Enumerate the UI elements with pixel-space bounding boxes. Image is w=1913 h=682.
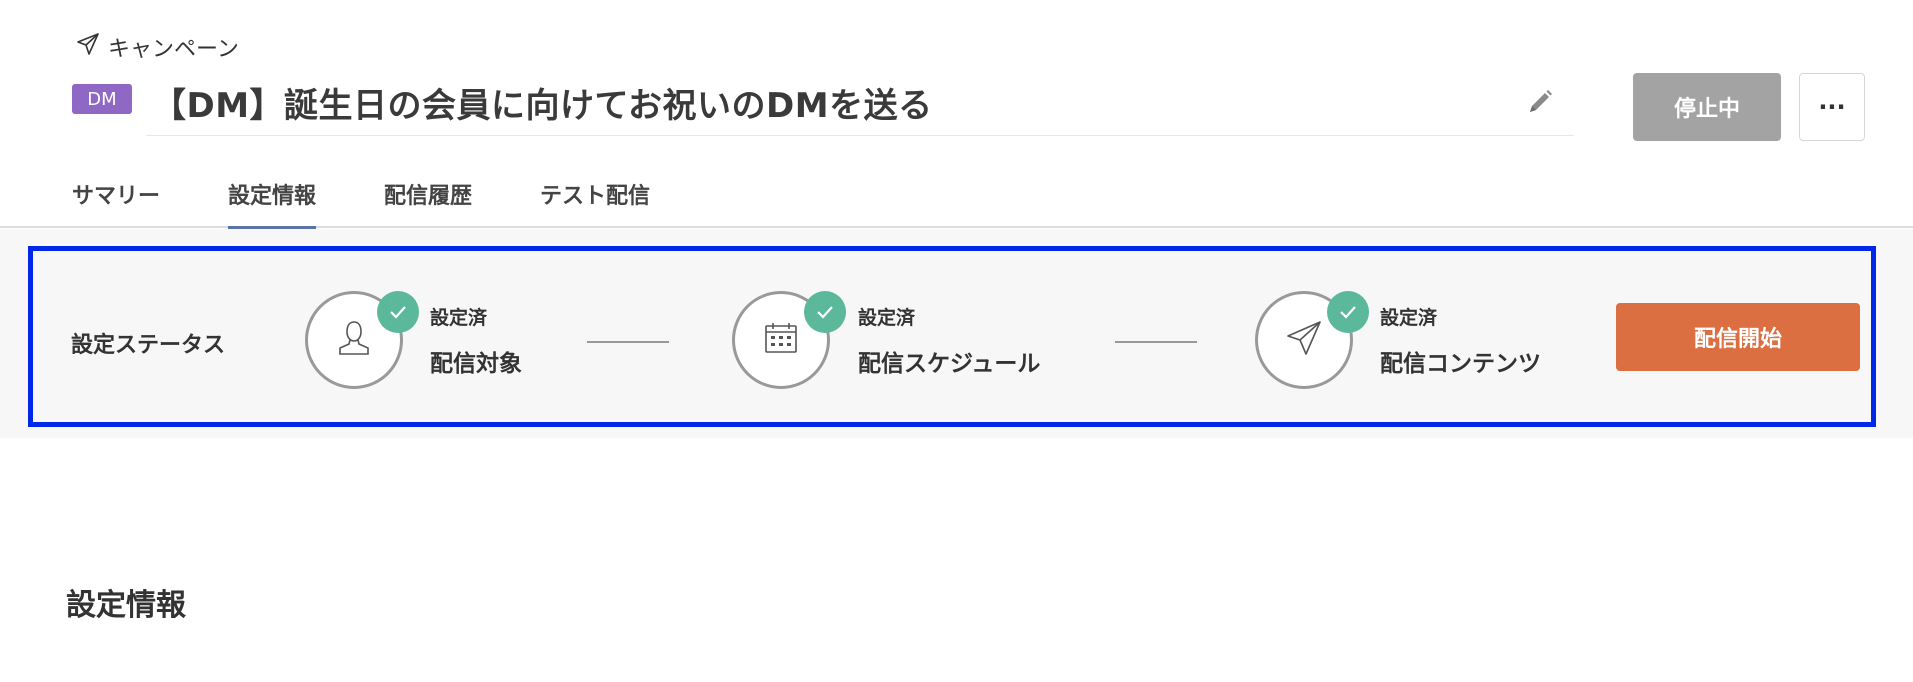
step-schedule-label[interactable]: 配信スケジュール — [858, 344, 1040, 378]
check-icon — [804, 291, 846, 333]
campaign-title: 【DM】誕生日の会員に向けてお祝いのDMを送る — [152, 86, 933, 126]
step-connector — [1115, 341, 1197, 343]
breadcrumb[interactable]: キャンペーン — [76, 31, 239, 63]
check-icon — [1327, 291, 1369, 333]
step-connector — [587, 341, 669, 343]
pencil-icon[interactable] — [1524, 86, 1556, 118]
step-content-label[interactable]: 配信コンテンツ — [1380, 344, 1541, 378]
step-target-status: 設定済 — [430, 307, 488, 329]
tab-bar: サマリー 設定情報 配信履歴 テスト配信 — [0, 172, 1913, 230]
paper-plane-icon — [76, 32, 100, 62]
start-delivery-button[interactable]: 配信開始 — [1616, 303, 1860, 371]
more-options-button[interactable]: ··· — [1799, 73, 1865, 141]
paper-plane-icon — [1280, 314, 1328, 366]
section-title: 設定情報 — [66, 588, 186, 623]
calendar-icon — [757, 314, 805, 366]
campaign-type-badge: DM — [72, 84, 132, 114]
breadcrumb-label: キャンペーン — [108, 37, 239, 62]
step-schedule-status: 設定済 — [858, 307, 916, 329]
step-content-status: 設定済 — [1380, 307, 1438, 329]
step-target-label[interactable]: 配信対象 — [430, 344, 522, 378]
tab-test-delivery[interactable]: テスト配信 — [540, 178, 650, 226]
settings-status-label: 設定ステータス — [71, 333, 226, 358]
campaign-settings-page: キャンペーン DM 【DM】誕生日の会員に向けてお祝いのDMを送る 停止中 ··… — [0, 0, 1913, 682]
campaign-title-field[interactable]: 【DM】誕生日の会員に向けてお祝いのDMを送る — [146, 70, 1574, 136]
settings-status-panel: 設定ステータス 設定済 配信対象 設定済 配信スケジュール 設定済 配信コンテン… — [28, 246, 1876, 427]
paused-status-button[interactable]: 停止中 — [1633, 73, 1781, 141]
check-icon — [377, 291, 419, 333]
tab-summary[interactable]: サマリー — [72, 178, 160, 226]
person-icon — [330, 314, 378, 366]
tab-settings[interactable]: 設定情報 — [228, 178, 317, 230]
tab-delivery-history[interactable]: 配信履歴 — [384, 178, 472, 226]
